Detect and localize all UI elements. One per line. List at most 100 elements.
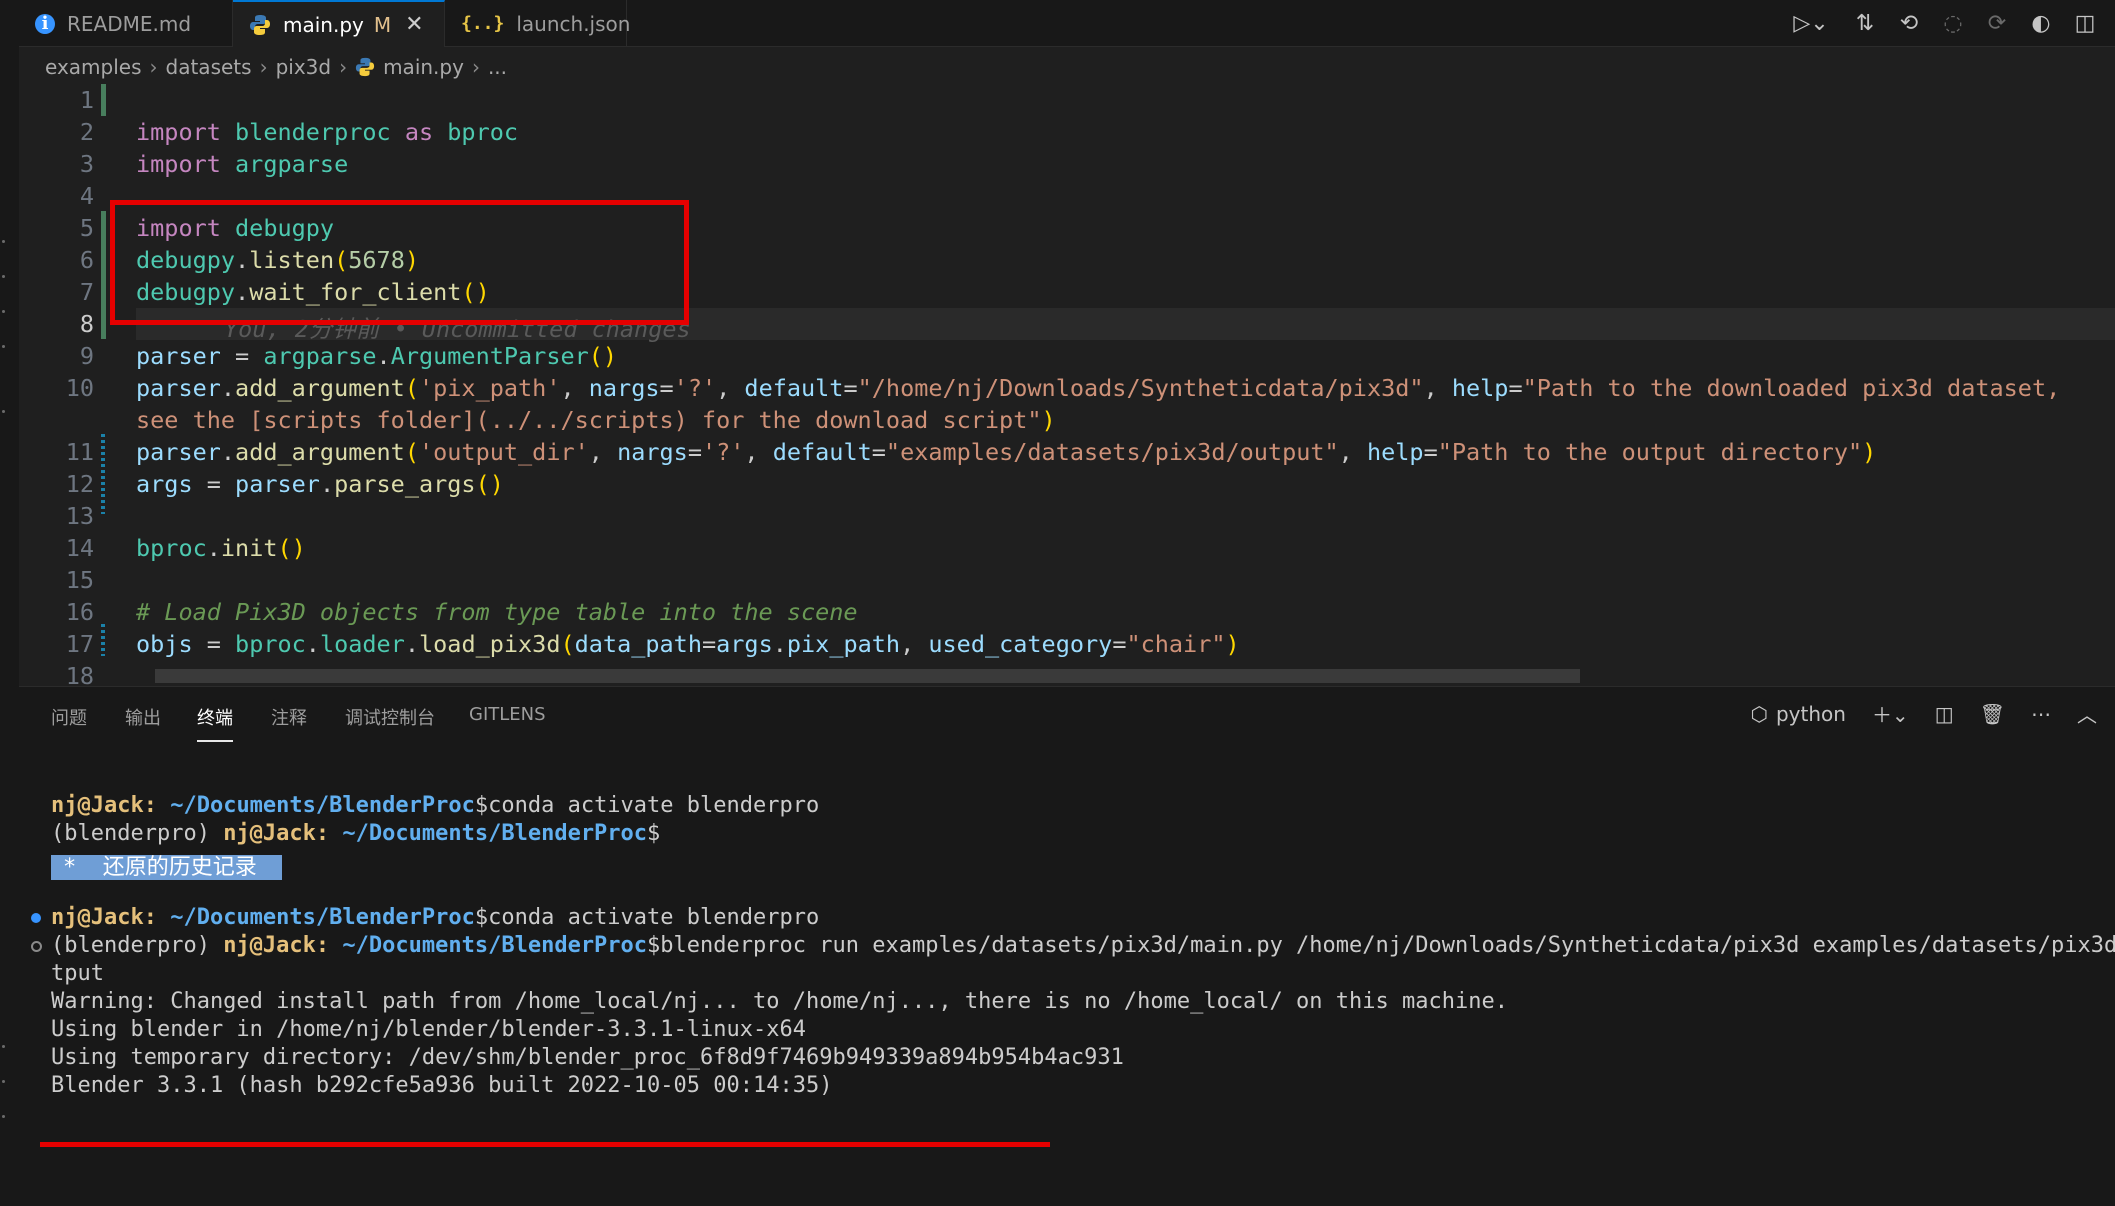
code-line: objs = bproc.loader.load_pix3d(data_path… <box>136 630 1240 658</box>
python-icon <box>355 57 375 77</box>
gutter-dot <box>2 275 5 278</box>
line-number: 2 <box>79 118 94 146</box>
code-line: args = parser.parse_args() <box>136 470 504 498</box>
code-line: parser.add_argument('pix_path', nargs='?… <box>136 374 2061 402</box>
gutter-dot <box>2 1115 5 1118</box>
line-number: 8 <box>79 310 94 338</box>
code-line: import blenderproc as bproc <box>136 118 519 146</box>
terminal-line: Warning: Changed install path from /home… <box>51 989 1508 1014</box>
gutter-dot <box>2 310 5 313</box>
code-line: parser.add_argument('output_dir', nargs=… <box>136 438 1877 466</box>
git-added-marker <box>101 211 106 339</box>
highlight-box-annotation <box>110 200 689 325</box>
tab-main-py[interactable]: main.py M ✕ <box>233 0 445 47</box>
more-icon[interactable]: ⋯ <box>2031 702 2051 726</box>
terminal-line: nj@Jack: ~/Documents/BlenderProc$conda a… <box>51 793 820 818</box>
code-line-wrap: see the [scripts folder](../../scripts) … <box>136 406 1056 434</box>
command-running-icon[interactable] <box>31 941 42 952</box>
chevron-up-icon[interactable]: ︿ <box>2077 699 2097 728</box>
panel-actions: ⬡ python ＋⌄ ◫ 🗑 ⋯ ︿ <box>1751 699 2098 728</box>
tab-label: launch.json <box>516 11 631 36</box>
chevron-right-icon: › <box>471 55 480 79</box>
tab-launch-json[interactable]: {..} launch.json <box>445 0 631 47</box>
tab-label: README.md <box>67 11 192 36</box>
terminal-line: Using blender in /home/nj/blender/blende… <box>51 1017 806 1042</box>
chevron-right-icon: › <box>149 55 158 79</box>
underline-annotation <box>40 1142 1050 1147</box>
line-number: 17 <box>65 630 94 658</box>
tab-gitlens[interactable]: GITLENS <box>469 704 546 735</box>
gitlens-icon[interactable]: ◐ <box>2029 11 2053 36</box>
code-comment: # Load Pix3D objects from type table int… <box>136 598 858 626</box>
line-number: 9 <box>79 342 94 370</box>
line-number: 13 <box>65 502 94 530</box>
horizontal-scrollbar[interactable] <box>155 669 1580 683</box>
line-number: 12 <box>65 470 94 498</box>
git-modified-marker <box>101 434 105 514</box>
line-number: 1 <box>79 86 94 114</box>
terminal-line: tput <box>51 961 104 986</box>
terminal-line: (blenderpro) nj@Jack: ~/Documents/Blende… <box>51 821 661 846</box>
trash-icon[interactable]: 🗑 <box>1980 702 2005 726</box>
close-icon[interactable]: ✕ <box>405 12 423 37</box>
breadcrumb-item[interactable]: datasets <box>166 55 252 79</box>
modified-badge: M <box>373 12 392 37</box>
code-line: parser = argparse.ArgumentParser() <box>136 342 618 370</box>
forward-icon[interactable]: ⟳ <box>1985 11 2009 36</box>
activity-gutter <box>0 0 19 1206</box>
chevron-right-icon: › <box>339 55 348 79</box>
git-added-marker <box>101 84 106 116</box>
split-terminal-icon[interactable]: ◫ <box>1935 702 1954 726</box>
editor-tab-bar: i README.md main.py M ✕ {..} launch.json… <box>19 0 2115 47</box>
terminal-line: Blender 3.3.1 (hash b292cfe5a936 built 2… <box>51 1073 833 1098</box>
info-icon: i <box>35 13 55 34</box>
source-control-icon[interactable]: ⇅ <box>1853 11 1877 36</box>
tab-comments[interactable]: 注释 <box>271 704 307 740</box>
line-number: 16 <box>65 598 94 626</box>
bottom-panel: 问题 输出 终端 注释 调试控制台 GITLENS ⬡ python ＋⌄ ◫ 🗑… <box>19 686 2115 1206</box>
tab-output[interactable]: 输出 <box>125 704 161 740</box>
terminal-line: Using temporary directory: /dev/shm/blen… <box>51 1045 1124 1070</box>
gutter-dot <box>2 1080 5 1083</box>
breadcrumb: examples › datasets › pix3d › main.py › … <box>45 50 507 84</box>
breadcrumb-item[interactable]: ... <box>488 55 507 79</box>
line-number: 7 <box>79 278 94 306</box>
gutter-dot <box>2 240 5 243</box>
code-line: import argparse <box>136 150 349 178</box>
tab-problems[interactable]: 问题 <box>51 704 87 740</box>
terminal-line: (blenderpro) nj@Jack: ~/Documents/Blende… <box>51 933 2115 958</box>
line-number: 3 <box>79 150 94 178</box>
line-number: 6 <box>79 246 94 274</box>
tab-readme[interactable]: i README.md <box>19 0 233 47</box>
gutter-dot <box>2 410 5 413</box>
gutter-dot <box>2 1045 5 1048</box>
chevron-right-icon: › <box>259 55 268 79</box>
code-editor[interactable]: 1 2 3 4 5 6 7 8 9 10 11 12 13 14 15 16 1… <box>19 84 2115 690</box>
shell-icon: ⬡ <box>1750 701 1768 726</box>
line-number: 4 <box>79 182 94 210</box>
new-terminal-icon[interactable]: ＋⌄ <box>1872 699 1909 728</box>
line-number: 11 <box>65 438 94 466</box>
split-editor-icon[interactable]: ◫ <box>2073 11 2097 36</box>
terminal-line: nj@Jack: ~/Documents/BlenderProc$conda a… <box>51 905 820 930</box>
terminal-line: * 还原的历史记录 <box>51 849 282 881</box>
breadcrumb-item[interactable]: examples <box>45 55 142 79</box>
restored-history-badge: * 还原的历史记录 <box>51 855 282 880</box>
tab-terminal[interactable]: 终端 <box>197 704 233 742</box>
json-icon: {..} <box>461 13 505 34</box>
line-number: 14 <box>65 534 94 562</box>
back-icon[interactable]: ⟲ <box>1897 11 1921 36</box>
editor-actions: ▷⌄ ⇅ ⟲ ◌ ⟳ ◐ ◫ <box>1789 0 2115 47</box>
run-debug-icon[interactable]: ▷⌄ <box>1789 11 1833 36</box>
line-number: 5 <box>79 214 94 242</box>
command-success-icon[interactable] <box>31 913 41 923</box>
breadcrumb-item[interactable]: main.py <box>383 55 464 79</box>
tab-debug-console[interactable]: 调试控制台 <box>345 704 435 740</box>
breadcrumb-item[interactable]: pix3d <box>276 55 332 79</box>
line-number: 10 <box>65 374 94 402</box>
gutter-dot <box>2 345 5 348</box>
terminal-selector[interactable]: ⬡ python <box>1751 702 1846 726</box>
tab-label: main.py <box>283 12 364 37</box>
timeline-icon[interactable]: ◌ <box>1941 11 1965 36</box>
git-modified-marker <box>101 624 105 656</box>
